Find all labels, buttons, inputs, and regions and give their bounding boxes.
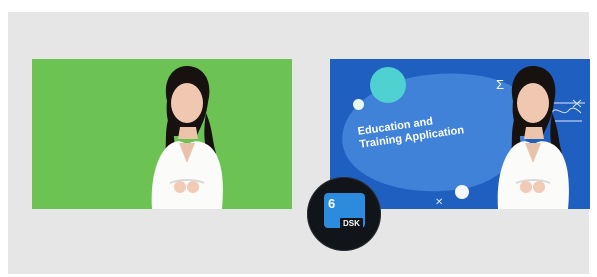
presenter-image xyxy=(497,65,569,209)
dsk-badge: 6 DSK xyxy=(307,177,381,251)
green-screen-panel xyxy=(32,59,292,209)
dsk-number: 6 xyxy=(328,196,336,211)
decorative-circle xyxy=(370,67,406,103)
dsk-label: DSK xyxy=(340,218,363,229)
composition-canvas: ✕ Σ Education and Training Application 6… xyxy=(8,12,590,274)
decorative-dot xyxy=(353,99,364,110)
dsk-card-icon: 6 DSK xyxy=(324,193,365,229)
decorative-cross: ✕ xyxy=(435,197,444,208)
decorative-dot xyxy=(455,185,469,199)
presenter-image xyxy=(151,65,223,209)
